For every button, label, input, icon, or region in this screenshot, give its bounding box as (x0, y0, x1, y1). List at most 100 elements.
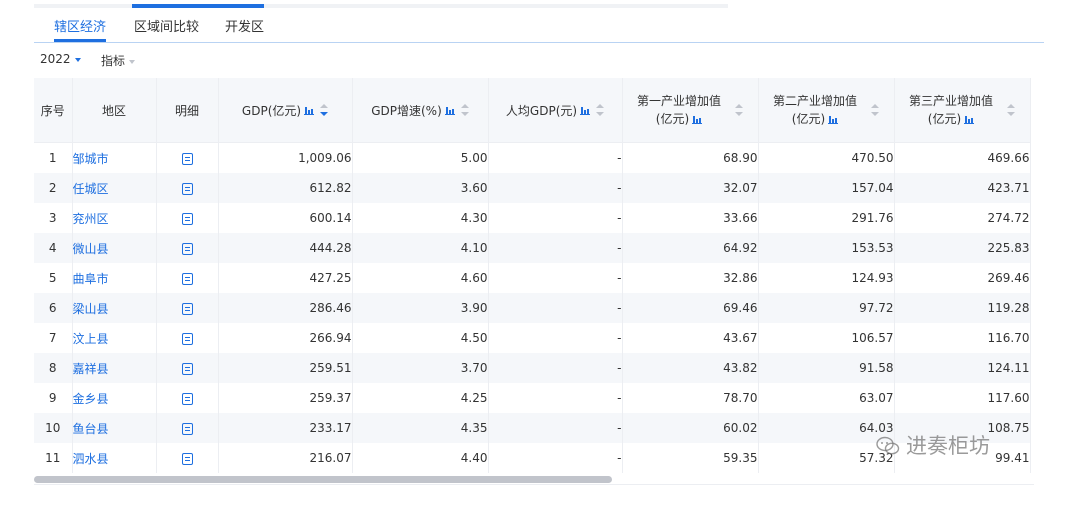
col-header-primary[interactable]: 第一产业增加值 (亿元) (622, 78, 759, 143)
region-link[interactable]: 曲阜市 (73, 272, 109, 286)
growth-cell: 4.40 (352, 443, 489, 473)
sort-icon[interactable] (460, 104, 469, 116)
document-icon[interactable] (181, 332, 193, 345)
detail-cell (156, 293, 219, 323)
region-cell: 鱼台县 (72, 413, 157, 443)
region-cell: 任城区 (72, 173, 157, 203)
primary-cell: 32.07 (622, 173, 759, 203)
horizontal-scrollbar[interactable] (34, 474, 1034, 485)
per-capita-cell: - (488, 263, 623, 293)
per-capita-cell: - (488, 443, 623, 473)
tertiary-cell: 274.72 (894, 203, 1031, 233)
col-header-secondary[interactable]: 第二产业增加值 (亿元) (758, 78, 895, 143)
bar-chart-icon[interactable] (304, 106, 315, 115)
region-link[interactable]: 金乡县 (73, 392, 109, 406)
primary-cell: 68.90 (622, 142, 759, 173)
bar-chart-icon[interactable] (828, 115, 839, 124)
region-link[interactable]: 梁山县 (73, 302, 109, 316)
gdp-cell: 600.14 (218, 203, 353, 233)
per-capita-cell: - (488, 173, 623, 203)
region-link[interactable]: 鱼台县 (73, 422, 109, 436)
scrollbar-thumb[interactable] (34, 476, 612, 483)
detail-cell (156, 233, 219, 263)
growth-cell: 3.90 (352, 293, 489, 323)
document-icon[interactable] (181, 242, 193, 255)
bar-chart-icon[interactable] (692, 115, 703, 124)
tab-regional-comparison[interactable]: 区域间比较 (134, 16, 199, 35)
col-header-per-capita-gdp[interactable]: 人均GDP(元) (488, 78, 623, 143)
growth-cell: 4.50 (352, 323, 489, 353)
document-icon[interactable] (181, 422, 193, 435)
table-row: 7 汶上县 266.94 4.50-43.67 106.57 116.70 (34, 323, 1031, 353)
col-header-gdp[interactable]: GDP(亿元) (218, 78, 353, 143)
region-link[interactable]: 嘉祥县 (73, 362, 109, 376)
document-icon[interactable] (181, 452, 193, 465)
table-row: 1 邹城市 1,009.06 5.00-68.90 470.50 469.66 (34, 142, 1031, 173)
growth-cell: 3.60 (352, 173, 489, 203)
region-link[interactable]: 邹城市 (73, 152, 109, 166)
document-icon[interactable] (181, 302, 193, 315)
detail-cell (156, 203, 219, 233)
growth-cell: 4.35 (352, 413, 489, 443)
sort-icon[interactable] (735, 104, 743, 116)
tertiary-cell: 117.60 (894, 383, 1031, 413)
tab-development-zone[interactable]: 开发区 (225, 16, 264, 35)
col-header-growth[interactable]: GDP增速(%) (352, 78, 489, 143)
col-header-tertiary-line2: (亿元) (927, 112, 962, 126)
gdp-cell: 444.28 (218, 233, 353, 263)
col-header-tertiary[interactable]: 第三产业增加值 (亿元) (894, 78, 1031, 143)
bar-chart-icon[interactable] (444, 106, 455, 115)
index-cell: 6 (34, 293, 73, 323)
index-cell: 1 (34, 142, 73, 173)
tertiary-cell: 119.28 (894, 293, 1031, 323)
gdp-cell: 259.37 (218, 383, 353, 413)
bar-chart-icon[interactable] (580, 106, 591, 115)
top-strip (34, 4, 728, 8)
region-link[interactable]: 任城区 (73, 182, 109, 196)
secondary-cell: 106.57 (758, 323, 895, 353)
sort-icon[interactable] (871, 104, 879, 116)
region-link[interactable]: 微山县 (73, 242, 109, 256)
table-row: 9 金乡县 259.37 4.25-78.70 63.07 117.60 (34, 383, 1031, 413)
document-icon[interactable] (181, 362, 193, 375)
tertiary-cell: 99.41 (894, 443, 1031, 473)
document-icon[interactable] (181, 272, 193, 285)
region-cell: 微山县 (72, 233, 157, 263)
col-header-primary-line2: (亿元) (655, 112, 690, 126)
chevron-down-icon (129, 59, 136, 64)
gdp-table: 序号 地区 明细 GDP(亿元) GDP增速(%) 人均GDP(元) 第一产业增… (34, 78, 1031, 473)
index-cell: 5 (34, 263, 73, 293)
indicator-select[interactable]: 指标 (101, 52, 136, 69)
year-select-label: 2022 (40, 52, 71, 66)
growth-cell: 4.60 (352, 263, 489, 293)
year-select[interactable]: 2022 (40, 52, 81, 66)
col-header-region: 地区 (72, 78, 157, 143)
sort-icon[interactable] (1007, 104, 1015, 116)
document-icon[interactable] (181, 152, 193, 165)
region-link[interactable]: 泗水县 (73, 452, 109, 466)
per-capita-cell: - (488, 383, 623, 413)
document-icon[interactable] (181, 392, 193, 405)
region-cell: 邹城市 (72, 142, 157, 173)
primary-cell: 43.67 (622, 323, 759, 353)
gdp-cell: 427.25 (218, 263, 353, 293)
primary-cell: 69.46 (622, 293, 759, 323)
sort-icon[interactable] (596, 104, 605, 116)
region-link[interactable]: 兖州区 (73, 212, 109, 226)
secondary-cell: 57.32 (758, 443, 895, 473)
table-row: 4 微山县 444.28 4.10-64.92 153.53 225.83 (34, 233, 1031, 263)
col-header-per-capita-label: 人均GDP(元) (505, 103, 578, 118)
detail-cell (156, 383, 219, 413)
primary-cell: 32.86 (622, 263, 759, 293)
per-capita-cell: - (488, 233, 623, 263)
secondary-cell: 64.03 (758, 413, 895, 443)
region-link[interactable]: 汶上县 (73, 332, 109, 346)
document-icon[interactable] (181, 212, 193, 225)
primary-cell: 59.35 (622, 443, 759, 473)
document-icon[interactable] (181, 182, 193, 195)
tab-jurisdiction-economy[interactable]: 辖区经济 (54, 16, 106, 35)
detail-cell (156, 353, 219, 383)
sort-icon[interactable] (320, 104, 329, 116)
bar-chart-icon[interactable] (964, 115, 975, 124)
table-row: 6 梁山县 286.46 3.90-69.46 97.72 119.28 (34, 293, 1031, 323)
